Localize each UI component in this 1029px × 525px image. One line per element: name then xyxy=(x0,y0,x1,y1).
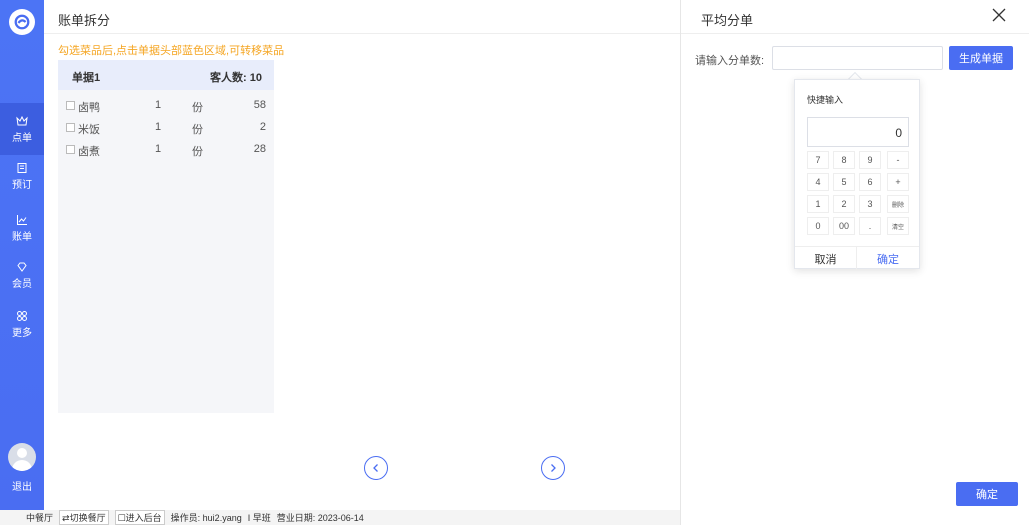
bill-item-row[interactable]: 卤鸭 1 份 58 xyxy=(58,96,274,116)
grid-icon xyxy=(17,310,27,321)
sidebar-item-more[interactable]: 更多 xyxy=(0,298,44,350)
sidebar-item-label: 账单 xyxy=(12,231,32,243)
item-checkbox[interactable] xyxy=(66,101,75,110)
business-date: 营业日期: 2023-06-14 xyxy=(276,513,364,523)
keypad-display: 0 xyxy=(807,117,909,147)
key-3[interactable]: 3 xyxy=(859,195,881,213)
chevron-left-icon xyxy=(373,464,378,472)
chevron-right-icon xyxy=(551,464,556,472)
sidebar-item-label: 更多 xyxy=(12,327,32,339)
next-page-button[interactable] xyxy=(541,456,565,480)
key-plus[interactable]: + xyxy=(887,173,909,191)
sidebar-item-bill[interactable]: 账单 xyxy=(0,202,44,254)
key-6[interactable]: 6 xyxy=(859,173,881,191)
enter-backend-button[interactable]: ☐进入后台 xyxy=(114,510,165,525)
item-unit: 份 xyxy=(192,146,203,158)
book-icon xyxy=(17,162,27,173)
item-qty: 1 xyxy=(155,99,162,111)
enter-backend-label: 进入后台 xyxy=(125,513,162,523)
split-count-label: 请输入分单数: xyxy=(695,55,765,67)
sidebar-item-order[interactable]: 点单 xyxy=(0,103,44,155)
app-logo xyxy=(9,9,35,35)
crown-icon xyxy=(16,115,28,125)
item-name: 卤煮 xyxy=(78,146,100,158)
shift-text: I 早班 xyxy=(247,513,271,523)
status-bar: 中餐厅 ⇄切换餐厅 ☐进入后台 操作员: hui2.yang I 早班 营业日期… xyxy=(0,510,680,525)
key-1[interactable]: 1 xyxy=(807,195,829,213)
logout-button[interactable]: 退出 xyxy=(0,478,44,493)
avatar[interactable] xyxy=(8,443,36,471)
switch-restaurant-button[interactable]: ⇄切换餐厅 xyxy=(59,510,109,525)
item-price: 58 xyxy=(253,99,266,111)
main-header: 账单拆分 xyxy=(44,0,680,34)
panel-title: 平均分单 xyxy=(701,13,754,28)
operator-text: 操作员: hui2.yang xyxy=(170,513,242,523)
hall-name: 中餐厅 xyxy=(26,513,54,523)
key-2[interactable]: 2 xyxy=(833,195,855,213)
keypad-ok-button[interactable]: 确定 xyxy=(857,247,919,270)
item-price: 28 xyxy=(253,143,266,155)
bill-card: 单据1 客人数: 10 卤鸭 1 份 58 米饭 1 份 2 卤煮 1 份 28 xyxy=(58,60,274,413)
logo-icon xyxy=(14,14,30,30)
keypad-cancel-button[interactable]: 取消 xyxy=(795,247,857,270)
sidebar-item-label: 点单 xyxy=(12,132,32,144)
sidebar-item-label: 预订 xyxy=(12,179,32,191)
bill-header[interactable]: 单据1 客人数: 10 xyxy=(58,60,274,90)
sidebar-item-member[interactable]: 会员 xyxy=(0,249,44,301)
item-price: 2 xyxy=(259,121,266,133)
prev-page-button[interactable] xyxy=(364,456,388,480)
chart-icon xyxy=(17,214,27,225)
split-count-input[interactable] xyxy=(772,46,943,70)
key-00[interactable]: 00 xyxy=(833,217,855,235)
key-7[interactable]: 7 xyxy=(807,151,829,169)
switch-restaurant-label: 切换餐厅 xyxy=(69,513,106,523)
key-dot[interactable]: . xyxy=(859,217,881,235)
bill-split-view: 账单拆分 勾选菜品后,点击单据头部蓝色区域,可转移菜品 单据1 客人数: 10 … xyxy=(44,0,680,510)
divider xyxy=(681,33,1029,34)
diamond-icon xyxy=(17,262,27,272)
key-5[interactable]: 5 xyxy=(833,173,855,191)
keypad-display-value: 0 xyxy=(895,126,902,140)
key-9[interactable]: 9 xyxy=(859,151,881,169)
key-0[interactable]: 0 xyxy=(807,217,829,235)
key-minus[interactable]: - xyxy=(887,151,909,169)
confirm-button[interactable]: 确定 xyxy=(956,482,1018,506)
hint-text: 勾选菜品后,点击单据头部蓝色区域,可转移菜品 xyxy=(58,45,285,57)
item-checkbox[interactable] xyxy=(66,123,75,132)
sidebar-item-label: 会员 xyxy=(12,278,32,290)
sidebar: 点单 预订 账单 会员 更多 退出 xyxy=(0,0,44,510)
item-unit: 份 xyxy=(192,102,203,114)
sidebar-item-reservation[interactable]: 预订 xyxy=(0,150,44,202)
keypad-title: 快捷输入 xyxy=(807,95,844,105)
generate-bill-button[interactable]: 生成单据 xyxy=(949,46,1013,70)
item-qty: 1 xyxy=(155,121,162,133)
bill-item-row[interactable]: 卤煮 1 份 28 xyxy=(58,140,274,160)
key-clear[interactable]: 清空 xyxy=(887,217,909,235)
item-qty: 1 xyxy=(155,143,162,155)
item-unit: 份 xyxy=(192,124,203,136)
item-name: 米饭 xyxy=(78,124,100,136)
guest-count: 客人数: 10 xyxy=(210,72,262,84)
keypad-footer: 取消 确定 xyxy=(795,246,919,270)
bill-item-row[interactable]: 米饭 1 份 2 xyxy=(58,118,274,138)
item-name: 卤鸭 xyxy=(78,102,100,114)
key-delete[interactable]: 删除 xyxy=(887,195,909,213)
close-icon[interactable] xyxy=(991,7,1007,23)
item-checkbox[interactable] xyxy=(66,145,75,154)
bill-name: 单据1 xyxy=(72,72,101,84)
key-4[interactable]: 4 xyxy=(807,173,829,191)
key-8[interactable]: 8 xyxy=(833,151,855,169)
page-title: 账单拆分 xyxy=(58,13,111,28)
quick-input-keypad: 快捷输入 0 7 8 9 - 4 5 6 + 1 2 3 删除 0 00 . 清… xyxy=(794,79,920,270)
